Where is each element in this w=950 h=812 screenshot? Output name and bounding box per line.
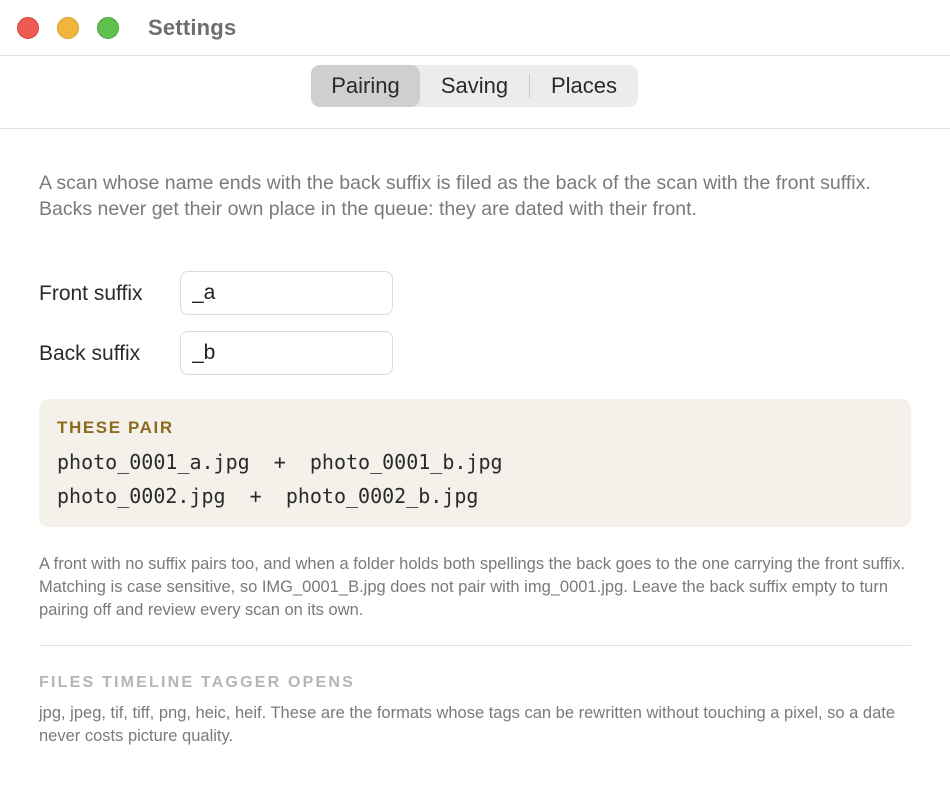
pair-example-front: photo_0002.jpg: [57, 484, 226, 508]
close-window-button[interactable]: [17, 17, 39, 39]
pair-examples-box: THESE PAIR photo_0001_a.jpg + photo_0001…: [39, 399, 911, 527]
files-formats-text: jpg, jpeg, tif, tiff, png, heic, heif. T…: [39, 704, 896, 745]
tab-pairing[interactable]: Pairing: [311, 65, 420, 107]
minimize-window-button[interactable]: [57, 17, 79, 39]
back-suffix-input[interactable]: [180, 331, 393, 375]
tab-saving[interactable]: Saving: [420, 65, 529, 107]
pair-example-back: photo_0002_b.jpg: [285, 484, 479, 508]
title-bar: Settings: [0, 0, 950, 56]
zoom-window-button[interactable]: [97, 17, 119, 39]
pair-example-row: photo_0001_a.jpg + photo_0001_b.jpg: [57, 450, 503, 474]
pair-example-row: photo_0002.jpg + photo_0002_b.jpg: [57, 484, 478, 508]
pair-example-plus: +: [273, 450, 286, 474]
front-suffix-input[interactable]: [180, 271, 393, 315]
tab-segmented-control: Pairing Saving Places: [311, 65, 638, 107]
window-title: Settings: [148, 15, 237, 40]
back-suffix-label: Back suffix: [39, 342, 141, 365]
pairing-intro-text: A scan whose name ends with the back suf…: [39, 172, 871, 220]
files-section-heading: FILES TIMELINE TAGGER OPENS: [39, 674, 356, 691]
section-divider: [39, 645, 911, 646]
pair-example-back: photo_0001_b.jpg: [309, 450, 503, 474]
tab-places[interactable]: Places: [530, 65, 638, 107]
tab-bar: Pairing Saving Places: [0, 56, 950, 129]
pair-example-plus: +: [249, 484, 262, 508]
front-suffix-label: Front suffix: [39, 282, 143, 305]
pair-examples-heading: THESE PAIR: [57, 418, 174, 437]
pair-example-front: photo_0001_a.jpg: [57, 450, 250, 474]
pairing-note-text: A front with no suffix pairs too, and wh…: [39, 555, 906, 619]
